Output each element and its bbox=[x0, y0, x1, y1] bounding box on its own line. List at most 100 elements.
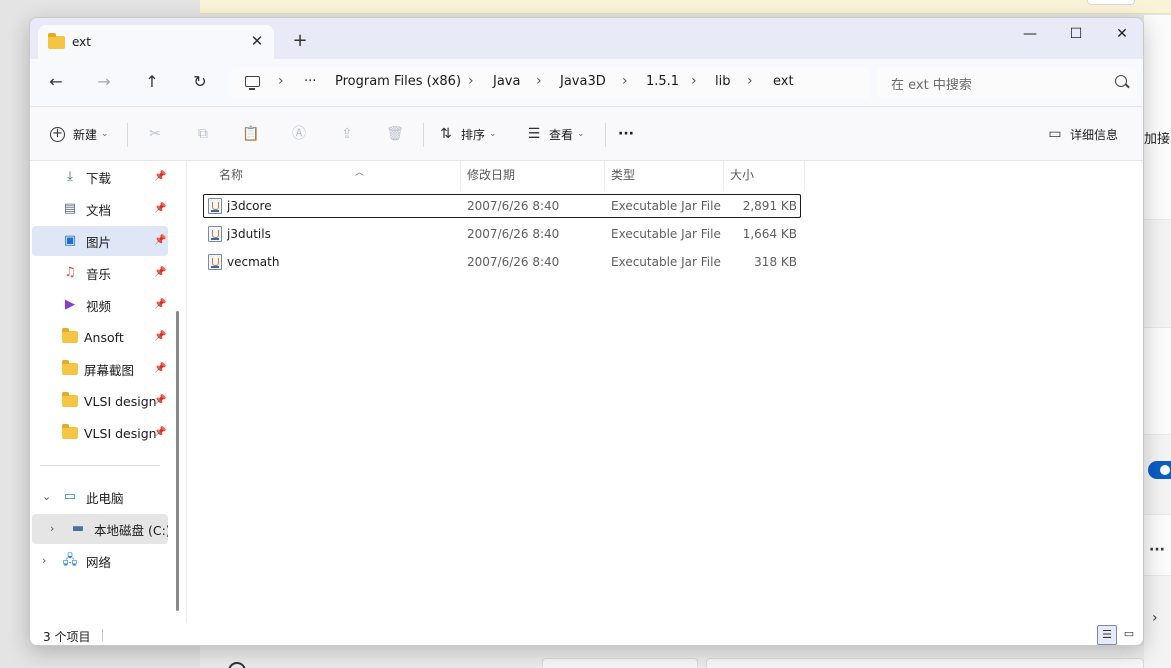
sort-button[interactable]: ⇅ 排序 ⌄ bbox=[437, 122, 496, 146]
search-box[interactable]: 在 ext 中搜索 bbox=[877, 67, 1137, 98]
breadcrumb-item[interactable]: Java bbox=[493, 74, 520, 89]
pin-icon: 📌 bbox=[154, 299, 167, 310]
sidebar-item-label: 此电脑 bbox=[86, 490, 124, 506]
title-bar: ext ✕ + — ☐ ✕ bbox=[30, 18, 1143, 59]
pin-icon: 📌 bbox=[154, 331, 167, 342]
background-circle-icon bbox=[228, 662, 246, 668]
folder-icon bbox=[62, 328, 78, 343]
tab-ext[interactable]: ext ✕ bbox=[38, 25, 274, 59]
paste-button[interactable]: 📋 bbox=[242, 122, 260, 146]
view-button[interactable]: ☰ 查看 ⌄ bbox=[525, 122, 585, 146]
sidebar-item-local-disk[interactable]: › ▬ 本地磁盘 (C:) bbox=[32, 514, 168, 544]
breadcrumb-separator[interactable]: › bbox=[468, 73, 474, 89]
address-bar[interactable]: › ··· Program Files (x86) › Java › Java3… bbox=[231, 67, 869, 98]
chevron-down-icon: ⌄ bbox=[577, 129, 585, 139]
file-list: ︿ 名称 修改日期 类型 大小 j3dcore 2007/6/26 8:40 E… bbox=[187, 161, 1143, 623]
sidebar-item-network[interactable]: › 🖧 网络 bbox=[32, 546, 168, 576]
pin-icon: 📌 bbox=[154, 427, 167, 438]
sidebar-item-label: VLSI design bbox=[84, 425, 157, 441]
sidebar-item-documents[interactable]: ▤ 文档 📌 bbox=[32, 194, 168, 224]
column-header-modified[interactable]: 修改日期 bbox=[461, 161, 605, 191]
search-icon[interactable] bbox=[1115, 75, 1127, 87]
sidebar-item-label: 屏幕截图 bbox=[84, 362, 135, 378]
column-header-label: 类型 bbox=[611, 168, 636, 182]
close-button[interactable]: ✕ bbox=[1099, 18, 1143, 50]
maximize-button[interactable]: ☐ bbox=[1053, 18, 1099, 50]
minimize-button[interactable]: — bbox=[1007, 18, 1053, 50]
forward-button[interactable]: → bbox=[90, 69, 118, 95]
sidebar-item-label: 视频 bbox=[86, 298, 112, 314]
sidebar-item-downloads[interactable]: ⤓ 下载 📌 bbox=[32, 162, 168, 192]
breadcrumb-separator[interactable]: › bbox=[278, 73, 284, 89]
file-modified: 2007/6/26 8:40 bbox=[467, 255, 560, 269]
new-label: 新建 bbox=[73, 127, 98, 142]
copy-button[interactable]: ⧉ bbox=[194, 122, 212, 146]
chevron-down-icon[interactable]: ⌄ bbox=[42, 490, 51, 503]
pin-icon: 📌 bbox=[154, 267, 167, 278]
sidebar-item-vlsi-design[interactable]: VLSI design 📌 bbox=[32, 418, 168, 448]
command-bar: + 新建 ⌄ ✂ ⧉ 📋 Ⓐ ⇪ 🗑 ⇅ 排序 ⌄ ☰ 查看 ⌄ ··· ▭ 详… bbox=[30, 106, 1143, 161]
details-pane-button[interactable]: ▭ 详细信息 bbox=[1046, 122, 1118, 146]
tab-close-button[interactable]: ✕ bbox=[246, 30, 268, 52]
file-row[interactable]: vecmath 2007/6/26 8:40 Executable Jar Fi… bbox=[203, 250, 801, 274]
sidebar-item-videos[interactable]: ▶ 视频 📌 bbox=[32, 290, 168, 320]
picture-icon: ▣ bbox=[63, 233, 77, 248]
share-button[interactable]: ⇪ bbox=[338, 122, 356, 146]
sidebar-item-this-pc[interactable]: ⌄ ▭ 此电脑 bbox=[32, 482, 168, 512]
chevron-right-icon[interactable]: › bbox=[50, 522, 54, 535]
sidebar-item-label: Ansoft bbox=[84, 329, 124, 345]
sidebar-item-music[interactable]: ♫ 音乐 📌 bbox=[32, 258, 168, 288]
file-row[interactable]: j3dcore 2007/6/26 8:40 Executable Jar Fi… bbox=[203, 194, 801, 218]
status-bar: 3 个项目 ☰ ▭ bbox=[30, 623, 1143, 645]
file-row[interactable]: j3dutils 2007/6/26 8:40 Executable Jar F… bbox=[203, 222, 801, 246]
breadcrumb-overflow[interactable]: ··· bbox=[304, 74, 316, 89]
new-button[interactable]: + 新建 ⌄ bbox=[50, 122, 109, 146]
new-tab-button[interactable]: + bbox=[288, 30, 312, 54]
large-icons-view-icon: ▭ bbox=[1123, 627, 1135, 640]
breadcrumb-item[interactable]: ext bbox=[773, 74, 794, 89]
rename-button[interactable]: Ⓐ bbox=[290, 122, 308, 146]
breadcrumb-separator[interactable]: › bbox=[747, 73, 753, 89]
file-size: 1,664 KB bbox=[742, 227, 797, 241]
details-label: 详细信息 bbox=[1070, 127, 1119, 142]
sidebar-item-vlsi-design[interactable]: VLSI design 📌 bbox=[32, 386, 168, 416]
drive-icon: ▬ bbox=[71, 521, 85, 536]
toolbar-divider bbox=[423, 123, 424, 147]
delete-button[interactable]: 🗑 bbox=[386, 122, 404, 146]
computer-icon[interactable] bbox=[245, 76, 260, 90]
large-icons-view-button[interactable]: ▭ bbox=[1119, 625, 1139, 645]
sidebar-scrollbar[interactable] bbox=[176, 311, 179, 611]
column-header-type[interactable]: 类型 bbox=[605, 161, 724, 191]
cut-button[interactable]: ✂ bbox=[146, 122, 164, 146]
breadcrumb-separator[interactable]: › bbox=[536, 73, 542, 89]
background-card bbox=[1144, 327, 1171, 435]
status-divider bbox=[102, 629, 103, 641]
more-options-button[interactable]: ··· bbox=[618, 122, 634, 146]
search-input[interactable]: 在 ext 中搜索 bbox=[891, 74, 972, 93]
details-pane-icon: ▭ bbox=[1048, 126, 1062, 142]
back-button[interactable]: ← bbox=[42, 69, 70, 95]
column-header-name[interactable]: ︿ 名称 bbox=[213, 161, 461, 191]
toolbar-divider bbox=[605, 123, 606, 147]
breadcrumb-item[interactable]: lib bbox=[715, 74, 730, 89]
breadcrumb-separator[interactable]: › bbox=[622, 73, 628, 89]
sidebar-item-pictures[interactable]: ▣ 图片 📌 bbox=[32, 226, 168, 256]
breadcrumb-item[interactable]: Java3D bbox=[560, 74, 606, 89]
breadcrumb-item[interactable]: 1.5.1 bbox=[646, 74, 679, 89]
breadcrumb-item[interactable]: Program Files (x86) bbox=[335, 74, 461, 89]
sidebar-item-ansoft[interactable]: Ansoft 📌 bbox=[32, 322, 168, 352]
view-label: 查看 bbox=[549, 127, 574, 142]
sidebar-item-label: 下载 bbox=[86, 170, 112, 186]
breadcrumb-separator[interactable]: › bbox=[691, 73, 697, 89]
chevron-right-icon[interactable]: › bbox=[42, 554, 46, 567]
sidebar-item-label: 图片 bbox=[86, 234, 112, 250]
sidebar-item-screenshots[interactable]: 屏幕截图 📌 bbox=[32, 354, 168, 384]
details-view-button[interactable]: ☰ bbox=[1097, 625, 1117, 645]
plus-circle-icon: + bbox=[50, 126, 65, 142]
file-name: vecmath bbox=[227, 255, 280, 269]
column-header-size[interactable]: 大小 bbox=[724, 161, 805, 191]
up-button[interactable]: ↑ bbox=[138, 69, 166, 95]
chevron-down-icon: ⌄ bbox=[101, 129, 109, 139]
refresh-button[interactable]: ↻ bbox=[186, 69, 214, 95]
jar-file-icon bbox=[208, 226, 222, 242]
